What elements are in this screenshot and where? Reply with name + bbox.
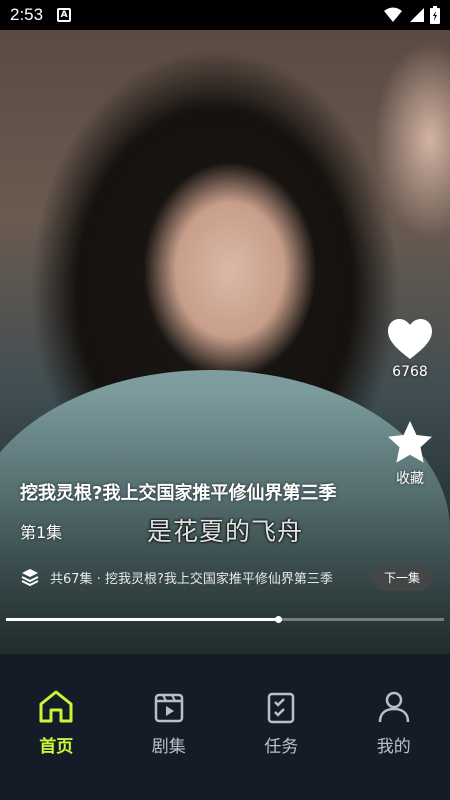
progress-fill [6,618,278,621]
nav-tasks-label: 任务 [264,737,299,757]
next-episode-button[interactable]: 下一集 [371,563,432,591]
series-info: 共67集 · 挖我灵根?我上交国家推平修仙界第三季 [50,571,333,587]
nav-home[interactable]: 首页 [11,690,101,800]
nav-profile-label: 我的 [376,737,411,757]
wifi-icon [384,7,402,22]
battery-icon [430,6,440,24]
drama-title: 挖我灵根?我上交国家推平修仙界第三季 [20,483,337,504]
home-icon [39,690,73,723]
play-icon [154,693,183,723]
nav-home-label: 首页 [39,737,74,757]
like-button[interactable]: 6768 [384,318,436,380]
nav-tasks[interactable]: 任务 [236,690,326,800]
task-icon [268,692,295,724]
bottom-nav: 首页 剧集 任务 我的 [0,654,450,800]
status-icons [384,6,440,24]
favorite-button[interactable]: 收藏 [384,420,436,488]
favorite-label: 收藏 [396,471,424,487]
notification-icon: A [57,8,72,22]
progress-handle[interactable] [274,616,282,623]
episode-label: 第1集 [20,523,63,542]
series-bar[interactable]: 共67集 · 挖我灵根?我上交国家推平修仙界第三季 下一集 [10,563,432,591]
video-subtitle: 是花夏的飞舟 [146,517,303,546]
progress-bar[interactable] [6,616,444,623]
video-player[interactable] [0,30,450,654]
signal-icon [410,8,424,22]
heart-icon [388,319,432,359]
status-bar: 2:53 A [0,0,450,30]
nav-series[interactable]: 剧集 [124,690,214,800]
layers-icon [21,569,39,587]
status-time: 2:53 [10,5,44,24]
user-icon [378,691,409,723]
like-count: 6768 [392,364,428,380]
star-icon [388,421,432,463]
nav-series-label: 剧集 [151,737,186,757]
nav-profile[interactable]: 我的 [349,690,439,800]
